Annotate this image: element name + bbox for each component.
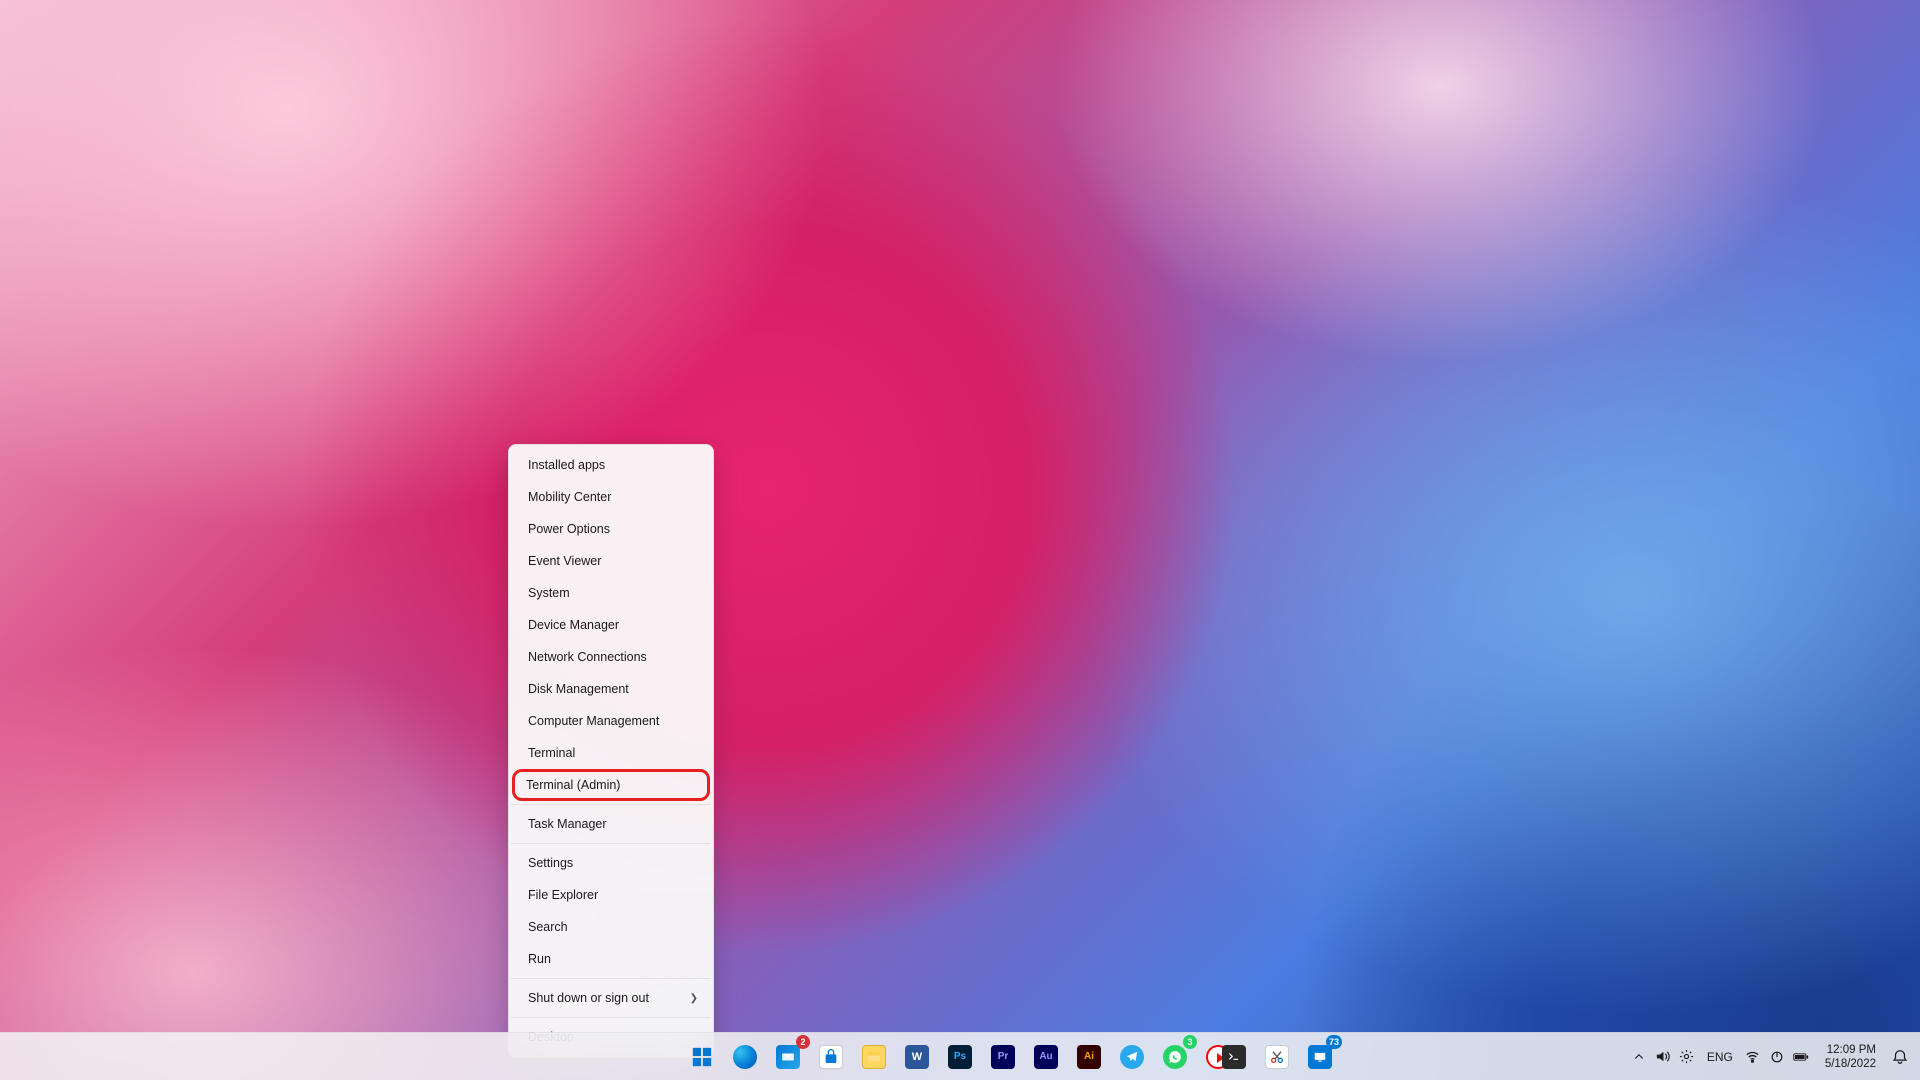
menu-item-label: Terminal (Admin) <box>526 778 620 792</box>
power-icon <box>1769 1049 1785 1065</box>
menu-event-viewer[interactable]: Event Viewer <box>514 545 708 577</box>
taskbar-file-explorer[interactable] <box>854 1037 894 1077</box>
menu-item-label: System <box>528 586 570 600</box>
menu-network-connections[interactable]: Network Connections <box>514 641 708 673</box>
windows-logo-icon <box>691 1046 713 1068</box>
menu-separator <box>511 978 711 979</box>
folder-icon <box>862 1045 886 1069</box>
tray-network-battery[interactable] <box>1737 1037 1817 1077</box>
menu-item-label: Power Options <box>528 522 610 536</box>
clock[interactable]: 12:09 PM 5/18/2022 <box>1817 1043 1884 1071</box>
menu-mobility-center[interactable]: Mobility Center <box>514 481 708 513</box>
menu-search[interactable]: Search <box>514 911 708 943</box>
taskbar-mail[interactable]: 2 <box>768 1037 808 1077</box>
time-label: 12:09 PM <box>1827 1043 1876 1057</box>
quick-assist-icon <box>1308 1045 1332 1069</box>
menu-item-label: File Explorer <box>528 888 598 902</box>
menu-separator <box>511 804 711 805</box>
edge-icon <box>733 1045 757 1069</box>
taskbar: 2 W Ps Pr Au Ai <box>0 1032 1920 1080</box>
quick-assist-badge: 73 <box>1326 1035 1342 1049</box>
taskbar-terminal[interactable] <box>1214 1037 1254 1077</box>
taskbar-audition[interactable]: Au <box>1026 1037 1066 1077</box>
snipping-tool-icon <box>1265 1045 1289 1069</box>
winx-context-menu: Installed apps Mobility Center Power Opt… <box>508 444 714 1058</box>
menu-item-label: Device Manager <box>528 618 619 632</box>
menu-item-label: Shut down or sign out <box>528 991 649 1005</box>
telegram-icon <box>1120 1045 1144 1069</box>
battery-icon <box>1793 1049 1809 1065</box>
taskbar-word[interactable]: W <box>897 1037 937 1077</box>
menu-file-explorer[interactable]: File Explorer <box>514 879 708 911</box>
menu-item-label: Task Manager <box>528 817 607 831</box>
chevron-up-icon <box>1631 1049 1647 1065</box>
menu-item-label: Disk Management <box>528 682 629 696</box>
start-button[interactable] <box>682 1037 722 1077</box>
menu-item-label: Network Connections <box>528 650 647 664</box>
menu-installed-apps[interactable]: Installed apps <box>514 449 708 481</box>
notifications-button[interactable] <box>1884 1037 1916 1077</box>
wifi-icon <box>1745 1049 1761 1065</box>
menu-separator <box>511 843 711 844</box>
menu-item-label: Event Viewer <box>528 554 601 568</box>
language-indicator[interactable]: ENG <box>1703 1050 1737 1064</box>
menu-item-label: Mobility Center <box>528 490 611 504</box>
taskbar-store[interactable] <box>811 1037 851 1077</box>
menu-settings[interactable]: Settings <box>514 847 708 879</box>
menu-item-label: Search <box>528 920 568 934</box>
taskbar-photoshop[interactable]: Ps <box>940 1037 980 1077</box>
menu-separator <box>511 1017 711 1018</box>
menu-item-label: Settings <box>528 856 573 870</box>
menu-item-label: Run <box>528 952 551 966</box>
audition-icon: Au <box>1034 1045 1058 1069</box>
menu-terminal-admin[interactable]: Terminal (Admin) <box>512 769 710 801</box>
menu-power-options[interactable]: Power Options <box>514 513 708 545</box>
system-tray: ENG 12:09 PM 5/18/2022 <box>1623 1033 1916 1080</box>
desktop-wallpaper[interactable]: Installed apps Mobility Center Power Opt… <box>0 0 1920 1080</box>
premiere-icon: Pr <box>991 1045 1015 1069</box>
word-icon: W <box>905 1045 929 1069</box>
taskbar-whatsapp[interactable]: 3 <box>1155 1037 1195 1077</box>
taskbar-illustrator[interactable]: Ai <box>1069 1037 1109 1077</box>
taskbar-edge[interactable] <box>725 1037 765 1077</box>
bell-icon <box>1890 1047 1910 1067</box>
menu-item-label: Computer Management <box>528 714 659 728</box>
menu-shutdown[interactable]: Shut down or sign out ❯ <box>514 982 708 1014</box>
taskbar-snipping-tool[interactable] <box>1257 1037 1297 1077</box>
menu-run[interactable]: Run <box>514 943 708 975</box>
photoshop-icon: Ps <box>948 1045 972 1069</box>
menu-task-manager[interactable]: Task Manager <box>514 808 708 840</box>
mail-icon <box>776 1045 800 1069</box>
menu-item-label: Terminal <box>528 746 575 760</box>
menu-computer-management[interactable]: Computer Management <box>514 705 708 737</box>
illustrator-icon: Ai <box>1077 1045 1101 1069</box>
menu-device-manager[interactable]: Device Manager <box>514 609 708 641</box>
settings-tray-icon <box>1679 1049 1695 1065</box>
mail-badge: 2 <box>796 1035 810 1049</box>
menu-system[interactable]: System <box>514 577 708 609</box>
menu-terminal[interactable]: Terminal <box>514 737 708 769</box>
chevron-right-icon: ❯ <box>690 993 698 1004</box>
speaker-icon <box>1655 1049 1671 1065</box>
menu-item-label: Installed apps <box>528 458 605 472</box>
taskbar-premiere[interactable]: Pr <box>983 1037 1023 1077</box>
date-label: 5/18/2022 <box>1825 1057 1876 1071</box>
tray-overflow[interactable] <box>1623 1037 1703 1077</box>
whatsapp-badge: 3 <box>1183 1035 1197 1049</box>
menu-disk-management[interactable]: Disk Management <box>514 673 708 705</box>
taskbar-center-apps: 2 W Ps Pr Au Ai <box>682 1033 1238 1080</box>
whatsapp-icon <box>1163 1045 1187 1069</box>
taskbar-quick-assist[interactable]: 73 <box>1300 1037 1340 1077</box>
taskbar-telegram[interactable] <box>1112 1037 1152 1077</box>
terminal-icon <box>1222 1045 1246 1069</box>
taskbar-running-apps: 73 <box>1214 1037 1340 1077</box>
store-icon <box>819 1045 843 1069</box>
